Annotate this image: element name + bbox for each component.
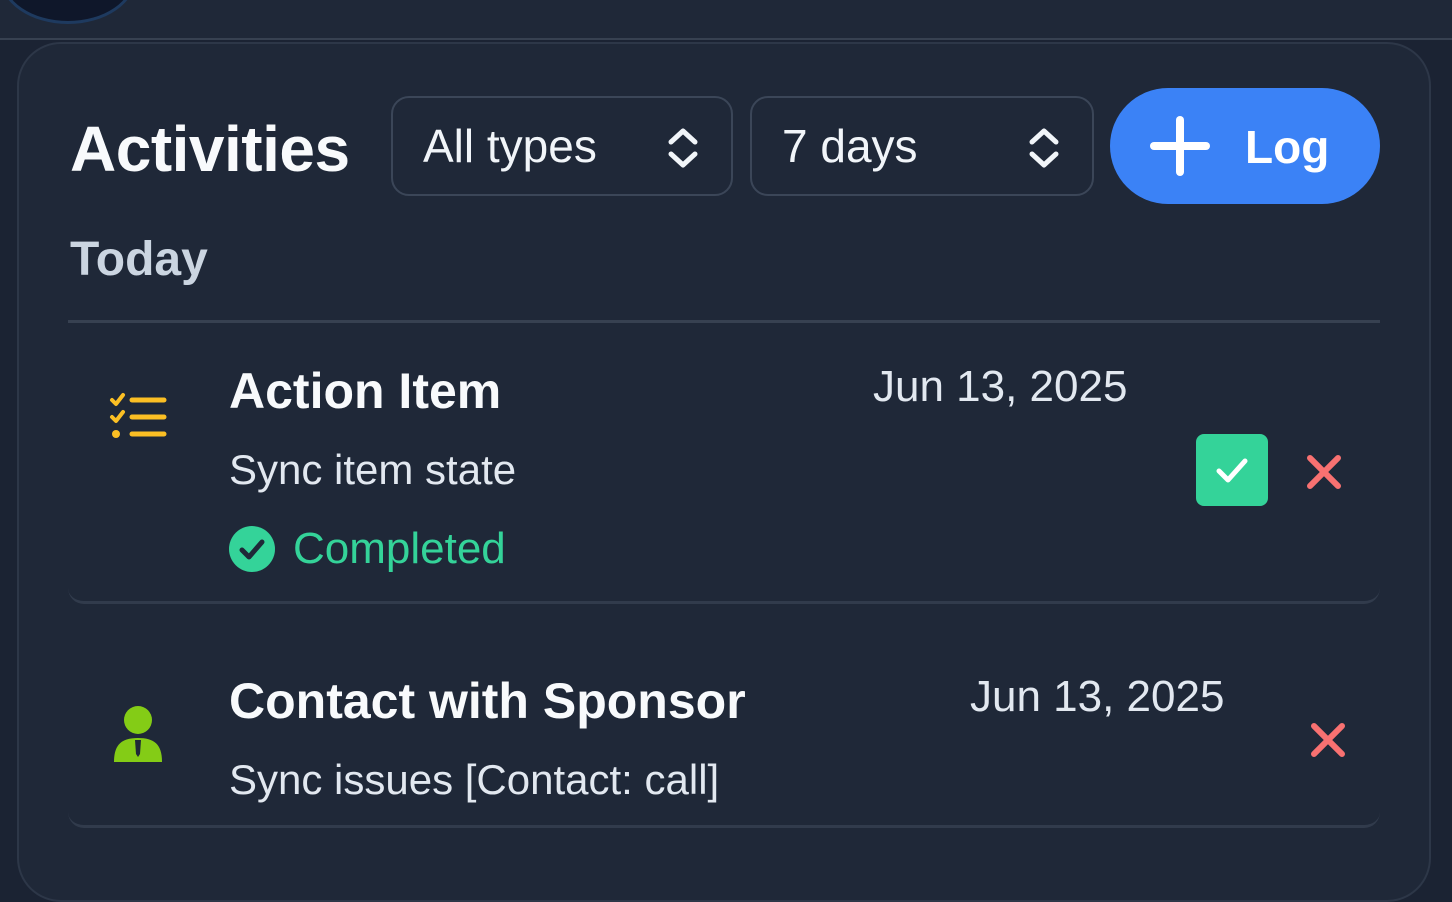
avatar[interactable]: [0, 0, 136, 24]
delete-button[interactable]: [1304, 452, 1344, 492]
activity-description: Sync issues [Contact: call]: [229, 756, 720, 803]
chevron-updown-icon: [1029, 128, 1059, 168]
person-icon: [114, 706, 162, 762]
activity-item[interactable]: Contact with Sponsor Jun 13, 2025 Sync i…: [68, 648, 1380, 828]
chevron-updown-icon: [668, 128, 698, 168]
section-divider: [68, 320, 1380, 323]
status-badge: Completed: [229, 524, 506, 574]
section-title-today: Today: [70, 233, 208, 286]
activity-item[interactable]: Action Item Jun 13, 2025 Sync item state…: [68, 338, 1380, 604]
activity-date: Jun 13, 2025: [873, 362, 1128, 411]
log-activity-button[interactable]: Log: [1110, 88, 1380, 204]
check-circle-icon: [229, 526, 275, 572]
top-bar: [0, 0, 1452, 40]
plus-icon: [1150, 116, 1210, 176]
panel-title: Activities: [70, 113, 350, 185]
status-label: Completed: [293, 524, 506, 573]
activity-title: Action Item: [229, 363, 502, 419]
delete-button[interactable]: [1308, 720, 1348, 760]
mark-complete-button[interactable]: [1196, 434, 1268, 506]
check-icon: [1216, 458, 1248, 483]
date-range-select[interactable]: 7 days: [750, 96, 1094, 196]
type-filter-value: All types: [423, 120, 597, 172]
activity-date: Jun 13, 2025: [970, 672, 1225, 721]
activity-title: Contact with Sponsor: [229, 673, 746, 729]
checklist-icon: [110, 393, 167, 438]
date-range-value: 7 days: [782, 120, 918, 172]
log-button-label: Log: [1245, 121, 1330, 173]
type-filter-select[interactable]: All types: [391, 96, 733, 196]
activity-description: Sync item state: [229, 446, 517, 493]
